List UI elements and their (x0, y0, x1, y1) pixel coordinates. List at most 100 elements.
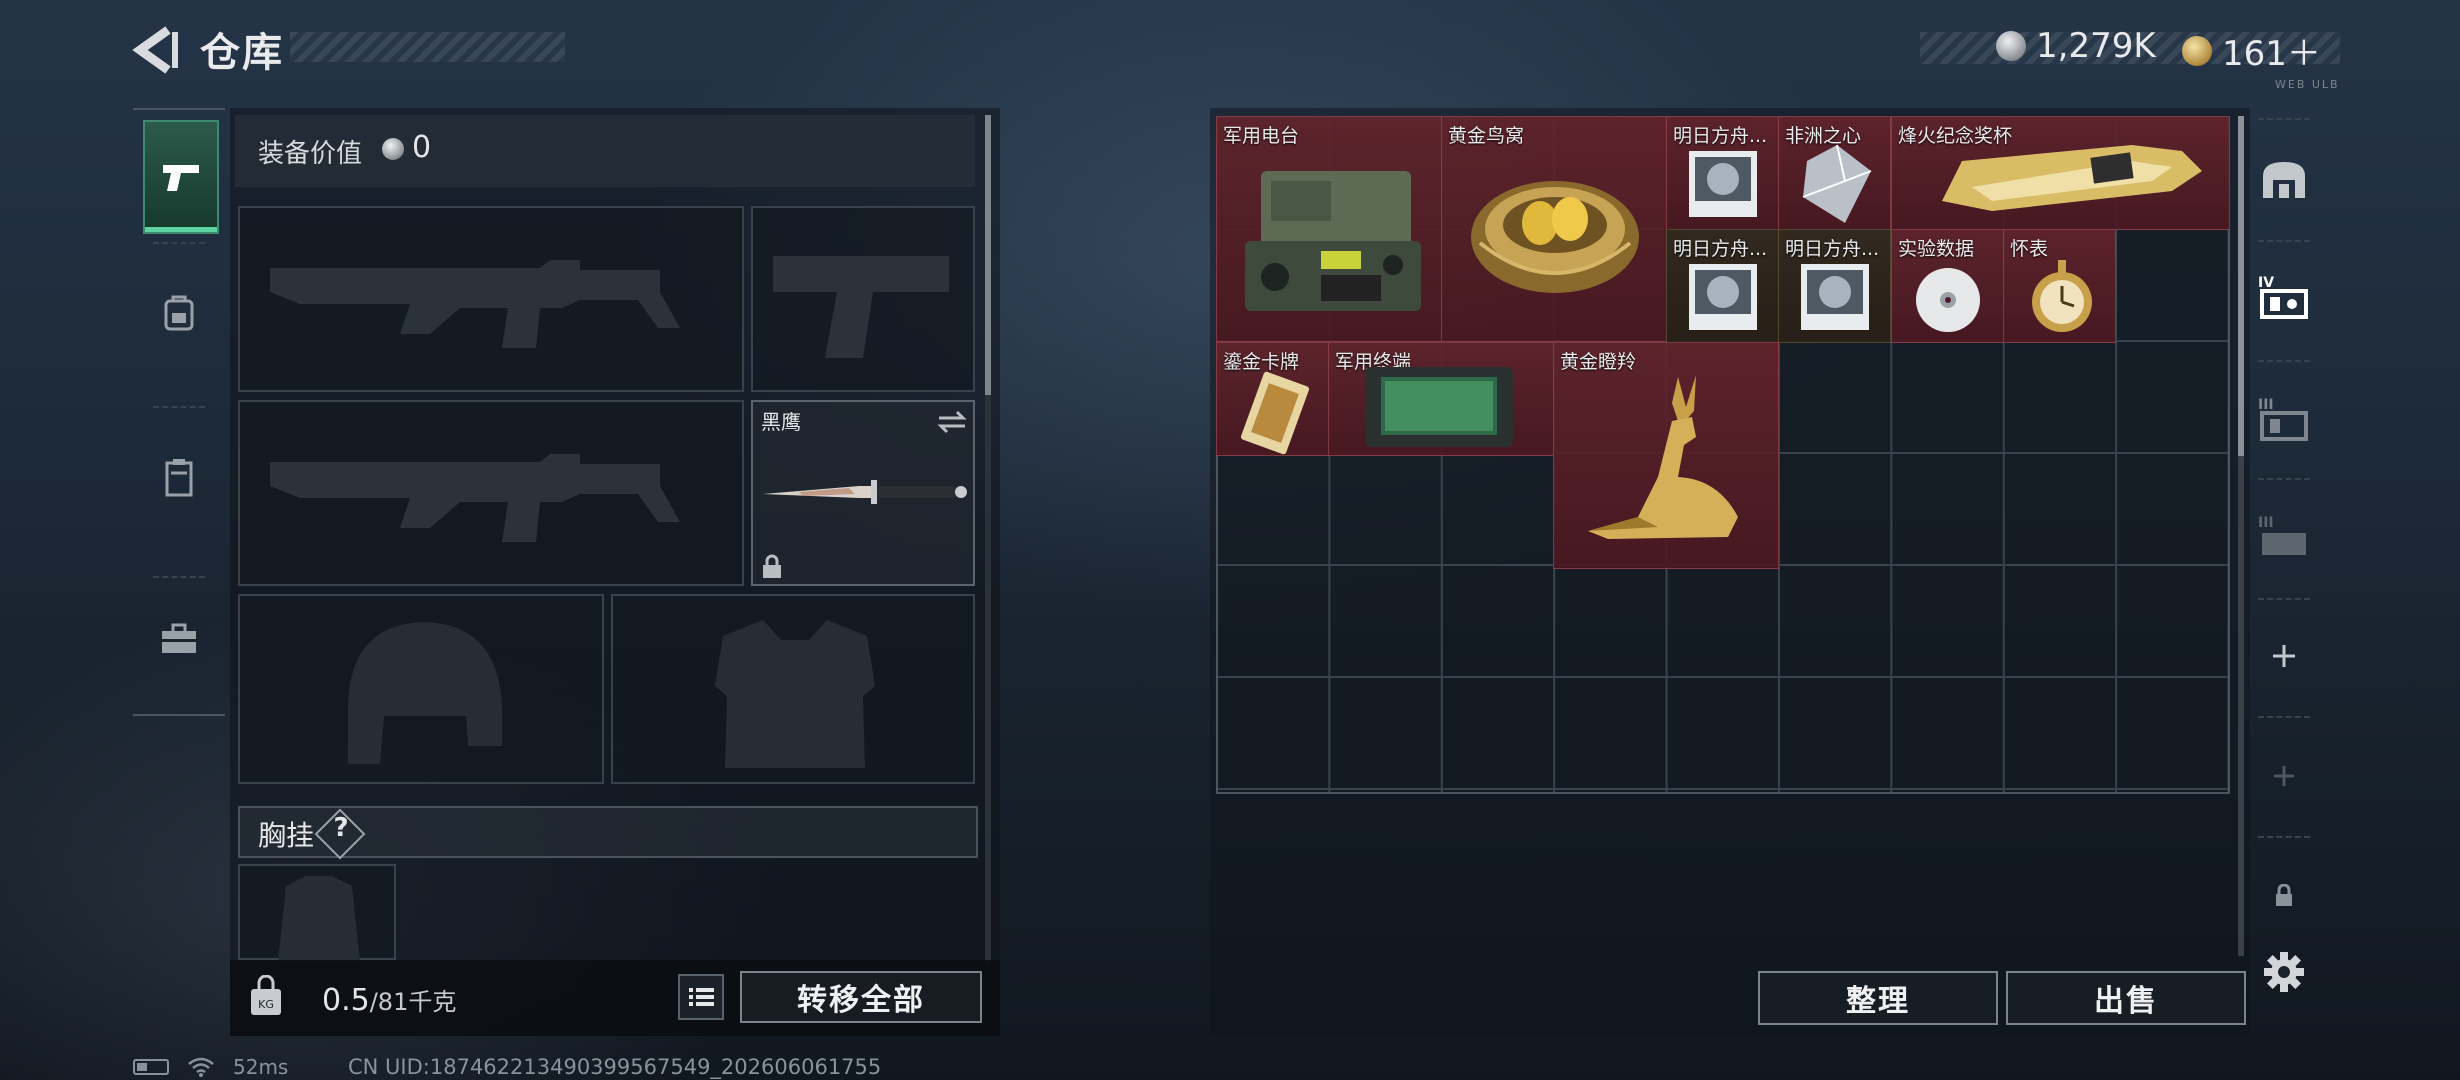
gilded-card-icon (1240, 371, 1310, 455)
body-armor-slot[interactable] (611, 594, 975, 784)
silver-currency: 1,279K (1996, 26, 2156, 66)
storage-tab-iv[interactable]: IV (2250, 248, 2318, 344)
chest-rig-label: 胸挂 (258, 819, 315, 852)
storage-item[interactable]: 黄金瞪羚 (1553, 342, 1779, 569)
storage-item[interactable]: 明日方舟... (1666, 116, 1779, 230)
backpack-icon (164, 295, 194, 331)
golden-gazelle-icon (1588, 375, 1738, 539)
secondary-weapon-slot[interactable] (238, 400, 744, 586)
list-view-button[interactable] (678, 974, 724, 1020)
chest-rig-slot[interactable] (238, 864, 396, 962)
sell-button[interactable]: 出售 (2006, 971, 2246, 1025)
category-weapons[interactable] (143, 120, 219, 234)
ping-readout: 52ms (233, 1055, 289, 1079)
help-symbol: ? (333, 813, 349, 843)
equipment-value-amount: 0 (412, 130, 432, 165)
category-tools[interactable] (143, 584, 215, 694)
plus-icon (2273, 645, 2295, 667)
swap-icon[interactable] (937, 410, 967, 434)
armor-silhouette-icon (715, 620, 875, 768)
storage-scrollbar-thumb[interactable] (2238, 116, 2244, 456)
item-name: 黄金鸟窝 (1448, 125, 1525, 147)
storage-item[interactable]: 怀表 (2003, 229, 2116, 343)
music-disc-icon (1689, 151, 1757, 217)
item-name: 实验数据 (1898, 238, 1975, 260)
gold-coin-icon (2182, 35, 2212, 66)
capacity-unit: 千克 (408, 988, 457, 1016)
wifi-icon (188, 1057, 214, 1077)
music-disc-icon (1689, 264, 1757, 330)
item-name: 鎏金卡牌 (1223, 351, 1300, 373)
storage-tier-iii-icon: III (2258, 515, 2306, 555)
back-arrow-icon (132, 26, 178, 74)
svg-text:III: III (2258, 397, 2274, 413)
title-decoration (290, 32, 565, 62)
storage-item[interactable]: 非洲之心 (1778, 116, 1891, 230)
equipment-scrollbar-thumb[interactable] (985, 115, 991, 395)
helmet-slot[interactable] (238, 594, 604, 784)
battery-icon (133, 1059, 169, 1075)
storage-tab-iii[interactable]: III (2250, 370, 2318, 466)
gear-icon[interactable] (2262, 950, 2306, 994)
storage-tab-iii-alt[interactable]: III (2250, 488, 2318, 584)
pistol-silhouette-icon (773, 256, 949, 358)
melee-name: 黑鹰 (761, 410, 801, 434)
helmet-silhouette-icon (348, 622, 502, 764)
sidearm-slot[interactable] (751, 206, 975, 392)
primary-weapon-slot[interactable] (238, 206, 744, 392)
item-name: 明日方舟... (1673, 238, 1768, 260)
back-button[interactable] (130, 26, 180, 74)
version-tag: WEB ULB (2275, 78, 2340, 91)
storage-tab-main[interactable] (2250, 132, 2318, 228)
user-uid: CN UID:187462213490399567549_20260606175… (348, 1055, 882, 1079)
silver-coin-icon (382, 138, 404, 160)
storage-item[interactable]: 明日方舟... (1778, 229, 1891, 343)
svg-text:III: III (2258, 515, 2274, 531)
sort-button[interactable]: 整理 (1758, 971, 1998, 1025)
diamond-icon (1802, 144, 1872, 223)
item-name: 明日方舟... (1673, 125, 1768, 147)
plus-icon (2274, 766, 2294, 786)
gold-currency[interactable]: 161＋ (2182, 26, 2321, 75)
category-bar (133, 108, 225, 716)
capacity-max: /81 (369, 988, 409, 1016)
page-title: 仓库 (200, 30, 284, 76)
pocket-watch-icon (2032, 260, 2092, 332)
military-terminal-icon (1365, 367, 1513, 447)
storage-item[interactable]: 军用电台 (1216, 116, 1442, 342)
storage-tier-iii-icon: III (2258, 397, 2308, 441)
silver-amount: 1,279K (2036, 26, 2156, 66)
storage-item[interactable]: 实验数据 (1891, 229, 2004, 343)
lock-icon (2276, 884, 2292, 906)
toolbox-icon (162, 623, 196, 653)
equipment-value-label: 装备价值 (258, 139, 363, 169)
container-icon (165, 459, 193, 497)
add-storage-button-disabled (2250, 728, 2318, 824)
status-bar: 52ms (133, 1055, 288, 1079)
weight-icon: KG (251, 975, 281, 1015)
lock-icon (763, 554, 781, 578)
rifle-silhouette-icon (270, 260, 680, 348)
category-containers[interactable] (143, 422, 215, 532)
storage-item[interactable]: 黄金鸟窝 (1441, 116, 1667, 342)
music-disc-icon (1801, 264, 1869, 330)
pistol-icon (163, 165, 199, 191)
vest-silhouette-icon (278, 876, 360, 962)
add-storage-button[interactable] (2250, 608, 2318, 704)
melee-slot[interactable]: 黑鹰 (751, 400, 975, 586)
locked-storage-tab[interactable] (2250, 848, 2318, 944)
gold-amount: 161＋ (2222, 34, 2321, 74)
category-gear[interactable] (143, 258, 215, 368)
svg-text:KG: KG (258, 998, 274, 1011)
radio-icon (1245, 171, 1421, 311)
storage-item[interactable]: 明日方舟... (1666, 229, 1779, 343)
capacity-readout: 0.5/81千克 (322, 982, 456, 1018)
trophy-icon (1942, 145, 2202, 211)
transfer-all-button[interactable]: 转移全部 (740, 971, 982, 1023)
storage-item[interactable]: 烽火纪念奖杯 (1891, 116, 2230, 230)
capacity-current: 0.5 (322, 983, 370, 1018)
storage-tier-iv-icon: IV (2258, 275, 2308, 319)
storage-item[interactable]: 鎏金卡牌 (1216, 342, 1329, 456)
storage-item[interactable]: 军用终端 (1328, 342, 1554, 456)
knife-icon (763, 480, 967, 504)
